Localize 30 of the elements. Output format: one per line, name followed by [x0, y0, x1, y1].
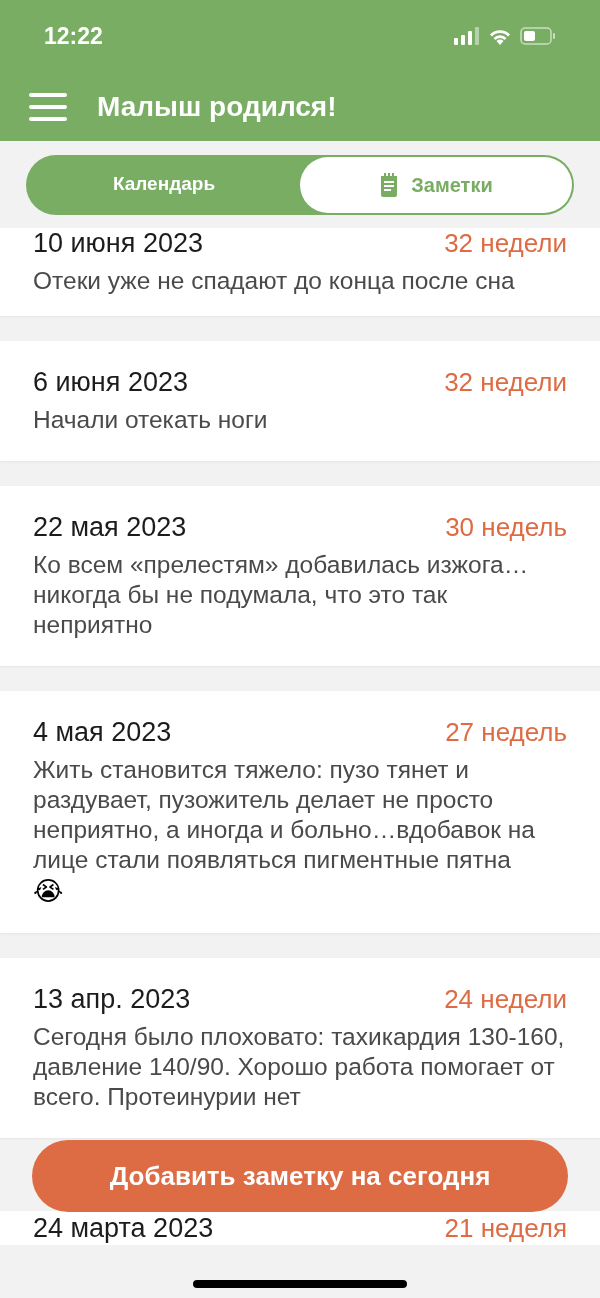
menu-icon[interactable] [29, 92, 67, 121]
note-text: Жить становится тяжело: пузо тянет и раздувает, пузожитель делает не просто неприятно, а иногда и больно…вдобавок на лице стали появляться пигментные пятна [33, 755, 536, 875]
crying-emoji: 😭 [33, 875, 65, 907]
note-date: 6 июня 2023 [33, 367, 188, 397]
note-card[interactable]: 6 июня 2023 32 недели Начали отекать ноги [0, 341, 600, 461]
note-weeks: 21 неделя [444, 1213, 567, 1243]
note-date: 13 апр. 2023 [33, 984, 191, 1014]
signal-icon [454, 27, 480, 45]
note-weeks: 30 недель [445, 512, 567, 542]
header-title: Малыш родился! [97, 89, 337, 124]
note-card[interactable]: 10 июня 2023 32 недели Отеки уже не спадают до конца после сна [0, 228, 600, 316]
note-weeks: 32 недели [444, 367, 567, 397]
note-text: Отеки уже не спадают до конца после сна [33, 266, 516, 296]
status-time: 12:22 [44, 21, 103, 51]
note-weeks: 27 недель [445, 717, 567, 747]
note-card[interactable]: 13 апр. 2023 24 недели Сегодня было плоховато: тахикардия 130-160, давление 140/90. Хорошо работа помогает от всего. Протеинурии нет [0, 958, 600, 1138]
note-date: 22 мая 2023 [33, 512, 187, 542]
note-card[interactable]: 22 мая 2023 30 недель Ко всем «прелестям» добавилась изжога… никогда бы не подумала, что это так неприятно [0, 486, 600, 666]
note-text: Начали отекать ноги [33, 405, 269, 435]
battery-icon [520, 27, 556, 45]
note-date: 24 марта 2023 [33, 1213, 214, 1243]
wifi-icon [488, 27, 512, 45]
note-date: 10 июня 2023 [33, 228, 203, 258]
note-weeks: 32 недели [444, 228, 567, 258]
note-date: 4 мая 2023 [33, 717, 172, 747]
note-text: Сегодня было плоховато: тахикардия 130-160, давление 140/90. Хорошо работа помогает от всего. Протеинурии нет [33, 1022, 566, 1112]
note-card[interactable]: 4 мая 2023 27 недель Жить становится тяжело: пузо тянет и раздувает, пузожитель делает не просто неприятно, а иногда и больно…вдобавок на лице стали появляться пигментные пятна 😭 [0, 691, 600, 933]
note-weeks: 24 недели [444, 984, 567, 1014]
note-text: Ко всем «прелестям» добавилась изжога… никогда бы не подумала, что это так неприятно [33, 550, 530, 640]
note-card[interactable]: 24 марта 2023 21 неделя [0, 1211, 600, 1245]
